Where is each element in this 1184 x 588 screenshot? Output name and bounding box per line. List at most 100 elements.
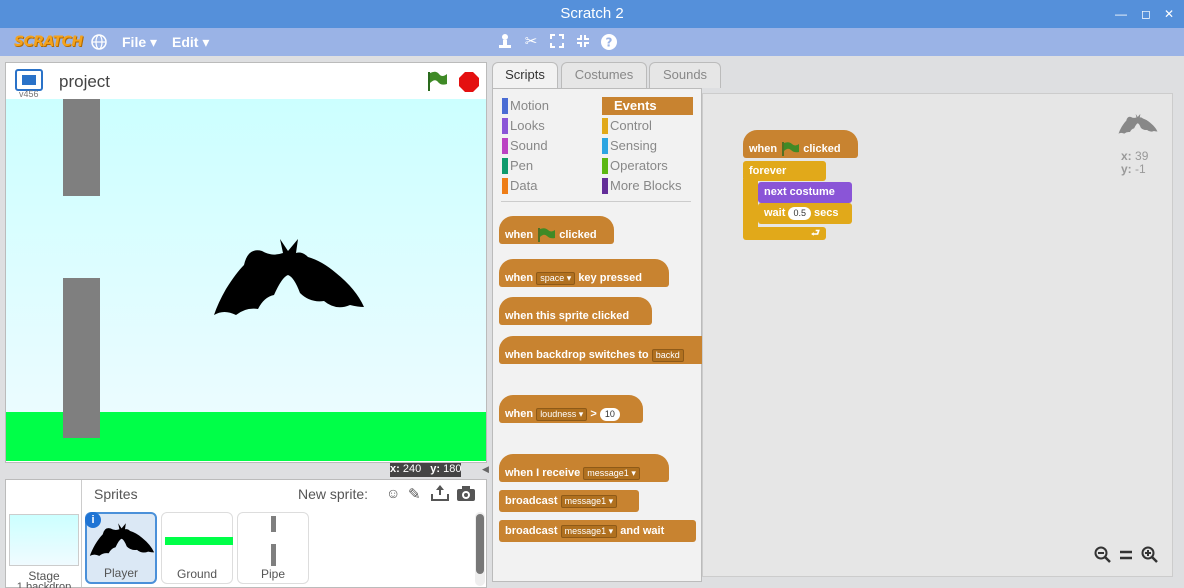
category-label: Sensing: [610, 138, 657, 153]
dropdown-value: message1: [564, 495, 607, 506]
threshold-input[interactable]: 10: [599, 407, 620, 421]
block-text: secs: [814, 207, 839, 219]
current-sprite-thumbnail: [1118, 112, 1158, 136]
x-value: 240: [402, 463, 422, 475]
sprites-scrollbar[interactable]: [475, 512, 485, 586]
delete-scissors-icon[interactable]: ✂: [521, 33, 541, 51]
category-label: Looks: [510, 118, 545, 133]
sprite-label: Ground: [176, 567, 218, 581]
message-dropdown[interactable]: message1 ▾: [583, 466, 640, 480]
close-button[interactable]: ✕: [1158, 0, 1180, 28]
sprite-tile-player[interactable]: i Player: [85, 512, 157, 584]
fullscreen-icon[interactable]: [15, 69, 43, 91]
tab-sounds[interactable]: Sounds: [649, 62, 721, 88]
dropdown-value: space: [540, 272, 565, 283]
block-broadcast[interactable]: broadcast message1 ▾: [499, 490, 639, 512]
block-when-i-receive[interactable]: when I receive message1 ▾: [499, 454, 669, 482]
sprite-tile-pipe[interactable]: Pipe: [237, 512, 309, 584]
block-text: when: [749, 143, 778, 155]
category-label: Motion: [510, 98, 550, 113]
message-dropdown[interactable]: message1 ▾: [560, 524, 618, 538]
minimize-button[interactable]: —: [1110, 0, 1132, 28]
pipe-thumbnail-bottom: [271, 544, 276, 566]
message-dropdown[interactable]: message1 ▾: [560, 494, 618, 508]
script-forever-block[interactable]: forever: [743, 161, 826, 181]
zoom-in-icon[interactable]: [1140, 546, 1160, 566]
block-broadcast-and-wait[interactable]: broadcast message1 ▾ and wait: [499, 520, 696, 542]
shrink-icon[interactable]: [573, 33, 593, 51]
project-name-field[interactable]: project: [59, 72, 110, 92]
grow-icon[interactable]: [547, 33, 567, 51]
category-events[interactable]: Events: [602, 97, 693, 115]
pipe-bottom: [63, 278, 100, 438]
y-value: 180: [443, 463, 462, 475]
paint-brush-icon[interactable]: ✎: [408, 485, 426, 503]
tab-costumes[interactable]: Costumes: [561, 62, 647, 88]
category-label: More Blocks: [610, 178, 682, 193]
globe-icon[interactable]: [90, 33, 108, 51]
block-text: wait: [764, 207, 786, 219]
bat-sprite[interactable]: [212, 237, 366, 319]
help-icon[interactable]: ?: [599, 33, 619, 51]
sprite-y-readout: y: -1: [1121, 162, 1146, 176]
category-data[interactable]: Data: [502, 178, 537, 194]
dropdown-value: loudness: [540, 408, 577, 419]
x-label: x:: [390, 463, 400, 475]
stage-thumbnail[interactable]: [9, 514, 79, 566]
sprite-tile-ground[interactable]: Ground: [161, 512, 233, 584]
duplicate-stamp-icon[interactable]: [495, 33, 515, 51]
scratch-logo[interactable]: SCRATCH: [14, 34, 83, 50]
version-label: v456: [19, 89, 39, 99]
category-looks[interactable]: Looks: [502, 118, 545, 134]
maximize-button[interactable]: ◻: [1135, 0, 1157, 28]
choose-sprite-library-icon[interactable]: ☺: [386, 485, 404, 503]
zoom-out-icon[interactable]: [1093, 546, 1113, 566]
block-text: when backdrop switches to: [505, 349, 649, 361]
block-when-flag-clicked[interactable]: when clicked: [499, 216, 614, 244]
y-label: y:: [1121, 162, 1132, 176]
category-control[interactable]: Control: [602, 118, 652, 134]
green-flag-icon: [538, 228, 556, 243]
category-sensing[interactable]: Sensing: [602, 138, 657, 154]
camera-icon[interactable]: [456, 485, 476, 503]
block-text: clicked: [803, 143, 841, 155]
upload-sprite-icon[interactable]: [430, 484, 450, 502]
wait-seconds-input[interactable]: 0.5: [788, 206, 811, 220]
category-label: Control: [610, 118, 652, 133]
bat-thumbnail: [89, 523, 155, 556]
category-motion[interactable]: Motion: [502, 98, 549, 114]
category-operators[interactable]: Operators: [602, 158, 668, 174]
tab-scripts[interactable]: Scripts: [492, 62, 558, 90]
y-label: y:: [430, 463, 441, 475]
stage-canvas[interactable]: [6, 99, 486, 461]
new-sprite-label: New sprite:: [298, 486, 369, 502]
block-when-loudness[interactable]: when loudness ▾ > 10: [499, 395, 643, 423]
block-when-key-pressed[interactable]: when space ▾ key pressed: [499, 259, 669, 287]
collapse-arrow-icon[interactable]: ◀: [482, 464, 492, 476]
category-label: Events: [614, 98, 657, 113]
forever-loop-arrow-icon: ⮐: [743, 227, 826, 240]
file-menu[interactable]: File ▾: [122, 34, 157, 51]
block-text: broadcast: [505, 495, 558, 507]
block-text: when: [505, 229, 534, 241]
block-text: clicked: [559, 229, 597, 241]
script-wait-block[interactable]: wait 0.5 secs: [758, 203, 852, 224]
block-when-backdrop-switches[interactable]: when backdrop switches to backd: [499, 336, 702, 364]
zoom-reset-icon[interactable]: [1116, 546, 1136, 566]
backdrop-dropdown[interactable]: backd: [651, 348, 684, 362]
block-when-sprite-clicked[interactable]: when this sprite clicked: [499, 297, 652, 325]
script-when-flag-clicked[interactable]: when clicked: [743, 130, 858, 158]
forever-arm: [743, 179, 758, 231]
category-sound[interactable]: Sound: [502, 138, 548, 154]
stop-icon[interactable]: [458, 71, 480, 93]
block-text: when: [505, 272, 534, 284]
sprites-scrollbar-thumb[interactable]: [476, 514, 484, 574]
category-pen[interactable]: Pen: [502, 158, 533, 174]
key-dropdown[interactable]: space ▾: [536, 271, 576, 285]
category-more-blocks[interactable]: More Blocks: [602, 178, 682, 194]
block-text: >: [590, 408, 597, 420]
script-next-costume-block[interactable]: next costume: [758, 182, 852, 203]
sensor-dropdown[interactable]: loudness ▾: [536, 407, 588, 421]
edit-menu[interactable]: Edit ▾: [172, 34, 209, 51]
green-flag-icon[interactable]: [426, 70, 448, 92]
